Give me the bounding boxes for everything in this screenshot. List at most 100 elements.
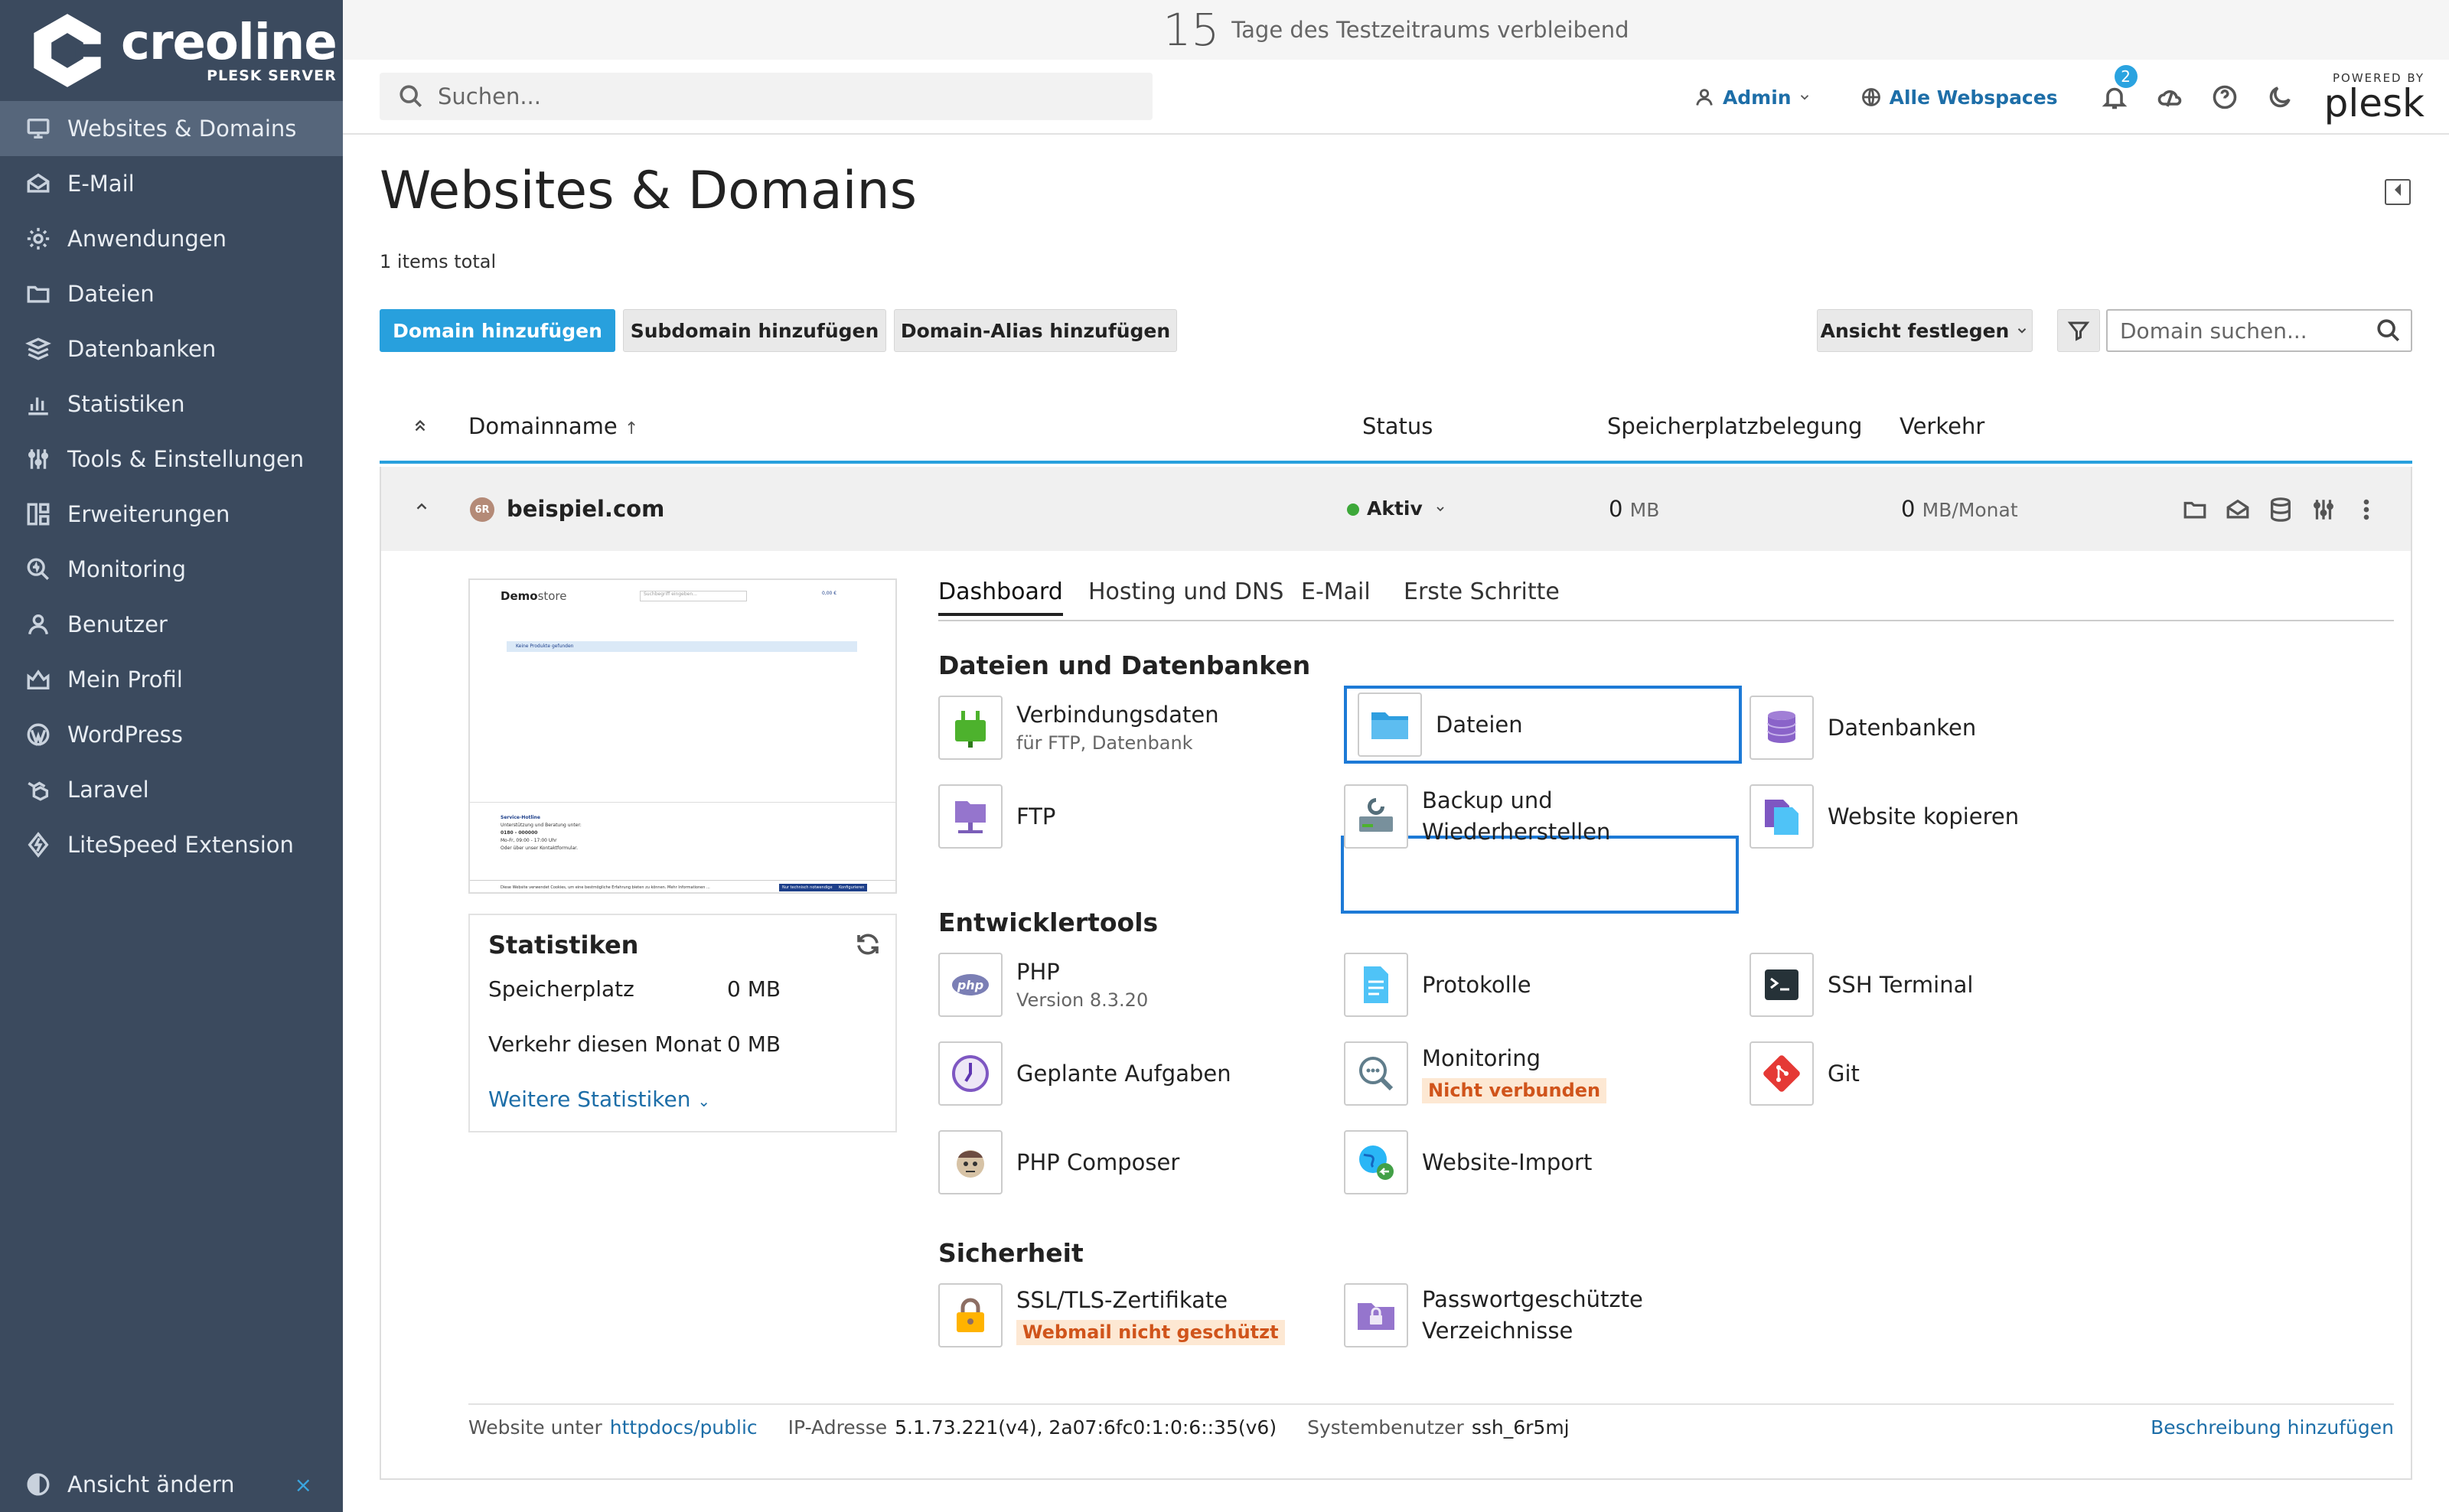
help-button[interactable] [2209, 82, 2240, 112]
sidebar-item-wordpress[interactable]: WordPress [0, 707, 343, 762]
website-preview[interactable]: Demostore Suchbegriff eingeben... 0,00 €… [468, 578, 897, 894]
sidebar-item-extensions[interactable]: Erweiterungen [0, 487, 343, 542]
user-icon [1696, 89, 1713, 106]
tile-logs[interactable]: Protokolle [1344, 946, 1742, 1024]
sidebar-item-email[interactable]: E-Mail [0, 156, 343, 211]
profile-icon [24, 666, 52, 693]
sliders-icon [24, 445, 52, 473]
status-dropdown[interactable]: Aktiv [1347, 497, 1446, 520]
user-icon [24, 611, 52, 638]
sidebar-item-databases[interactable]: Datenbanken [0, 321, 343, 376]
add-subdomain-button[interactable]: Subdomain hinzufügen [623, 309, 886, 352]
website-path-link[interactable]: httpdocs/public [610, 1416, 758, 1439]
clock-icon [938, 1041, 1003, 1106]
system-user-label: Systembenutzer [1307, 1416, 1464, 1439]
tile-protected-directories[interactable]: Passwortgeschützte Verzeichnisse [1344, 1276, 1742, 1354]
sidebar-item-profile[interactable]: Mein Profil [0, 652, 343, 707]
protected-folder-icon [1344, 1283, 1408, 1347]
domain-search[interactable] [2106, 309, 2412, 352]
more-vertical-icon[interactable] [2351, 494, 2382, 525]
domain-search-input[interactable] [2120, 318, 2365, 344]
notifications-button[interactable]: 2 [2099, 65, 2138, 112]
tile-website-import[interactable]: Website-Import [1344, 1123, 1742, 1201]
tile-ssl-certificates[interactable]: SSL/TLS-Zertifikate Webmail nicht geschüt… [938, 1276, 1336, 1354]
tile-ssh-terminal[interactable]: SSH Terminal [1750, 946, 2147, 1024]
sidebar-item-statistics[interactable]: Statistiken [0, 376, 343, 432]
sidebar-item-websites[interactable]: Websites & Domains [0, 101, 343, 156]
tile-copy-website[interactable]: Website kopieren [1750, 777, 2147, 855]
add-description-link[interactable]: Beschreibung hinzufügen [2151, 1416, 2394, 1439]
trial-text: Tage des Testzeitraums verbleibend [1231, 17, 1629, 43]
preview-cart: 0,00 € [822, 591, 837, 596]
folder-icon [24, 280, 52, 308]
tile-connection-data[interactable]: Verbindungsdaten für FTP, Datenbank [938, 689, 1336, 767]
domain-name-link[interactable]: beispiel.com [507, 496, 664, 522]
sidebar-item-label: E-Mail [67, 171, 135, 197]
tile-scheduled-tasks[interactable]: Geplante Aufgaben [938, 1035, 1336, 1113]
database-icon [1750, 696, 1814, 760]
sidebar-item-files[interactable]: Dateien [0, 266, 343, 321]
brand-logo[interactable]: creoline PLESK SERVER [0, 0, 343, 101]
header-domain-name[interactable]: Domainname ↑ [468, 413, 638, 439]
collapse-row-icon[interactable] [413, 494, 430, 520]
monitor-icon [24, 115, 52, 142]
tile-files[interactable]: Dateien [1344, 686, 1742, 764]
sidebar-item-label: Datenbanken [67, 336, 217, 362]
dark-mode-button[interactable] [2265, 82, 2295, 112]
detail-tabs: Dashboard Hosting und DNS E-Mail Erste S… [938, 578, 2394, 621]
tab-dashboard[interactable]: Dashboard [938, 578, 1063, 616]
sidebar-item-label: Dateien [67, 281, 155, 307]
add-alias-button[interactable]: Domain-Alias hinzufügen [894, 309, 1177, 352]
folder-icon[interactable] [2180, 494, 2210, 525]
sidebar-item-monitoring[interactable]: Monitoring [0, 542, 343, 597]
cloud-button[interactable] [2154, 82, 2185, 112]
ip-value: 5.1.73.221(v4), 2a07:6fc0:1:0:6::35(v6) [895, 1416, 1277, 1439]
tab-hosting-dns[interactable]: Hosting und DNS [1088, 578, 1283, 613]
collapse-all-icon[interactable] [412, 413, 429, 439]
tile-php-composer[interactable]: PHP Composer [938, 1123, 1336, 1201]
add-domain-button[interactable]: Domain hinzufügen [380, 309, 615, 352]
more-statistics-link[interactable]: Weitere Statistiken ⌄ [488, 1087, 877, 1112]
tile-backup[interactable]: Backup und Wiederherstellen [1344, 777, 1742, 855]
database-icon [24, 335, 52, 363]
close-icon[interactable]: × [295, 1472, 312, 1497]
side-panel-toggle-icon[interactable] [2385, 179, 2411, 205]
refresh-icon[interactable] [854, 930, 882, 958]
tile-git[interactable]: Git [1750, 1035, 2147, 1113]
sidebar-item-label: Anwendungen [67, 226, 227, 252]
main-content: Websites & Domains 1 items total Domain … [343, 135, 2449, 1512]
filter-icon [2067, 321, 2090, 341]
bar-chart-icon [24, 390, 52, 418]
sliders-icon[interactable] [2308, 494, 2339, 525]
admin-menu[interactable]: Admin [1694, 86, 1819, 109]
sidebar-item-apps[interactable]: Anwendungen [0, 211, 343, 266]
set-view-button[interactable]: Ansicht festlegen [1817, 309, 2033, 352]
tile-ftp[interactable]: FTP [938, 777, 1336, 855]
tile-databases[interactable]: Datenbanken [1750, 689, 2147, 767]
preview-cookie-bar: Diese Website verwendet Cookies, um eine… [470, 880, 895, 892]
tile-monitoring[interactable]: Monitoring Nicht verbunden [1344, 1035, 1742, 1113]
change-view-button[interactable]: Ansicht ändern × [0, 1457, 343, 1512]
preview-brand: Demostore [501, 589, 567, 603]
tab-email[interactable]: E-Mail [1301, 578, 1371, 613]
search-icon[interactable] [2376, 318, 2402, 344]
search-input[interactable] [438, 83, 1050, 109]
webspaces-link[interactable]: Alle Webspaces [1860, 86, 2058, 109]
filter-button[interactable] [2057, 309, 2100, 352]
wordpress-icon [24, 721, 52, 748]
mail-icon[interactable] [2222, 494, 2253, 525]
moon-icon [2269, 86, 2291, 108]
tile-php[interactable]: php PHP Version 8.3.20 [938, 946, 1336, 1024]
backup-icon [1344, 784, 1408, 849]
global-search[interactable] [380, 73, 1153, 120]
sidebar-item-users[interactable]: Benutzer [0, 597, 343, 652]
tab-first-steps[interactable]: Erste Schritte [1404, 578, 1560, 613]
sidebar-item-laravel[interactable]: Laravel [0, 762, 343, 817]
database-icon[interactable] [2265, 494, 2296, 525]
storage-value: 0 MB [1609, 496, 1660, 522]
ssl-warning: Webmail nicht geschützt [1016, 1319, 1285, 1346]
sidebar-item-litespeed[interactable]: LiteSpeed Extension [0, 817, 343, 872]
plesk-logo: POWERED BY plesk [2324, 72, 2425, 122]
sidebar-item-tools[interactable]: Tools & Einstellungen [0, 432, 343, 487]
git-icon [1750, 1041, 1814, 1106]
